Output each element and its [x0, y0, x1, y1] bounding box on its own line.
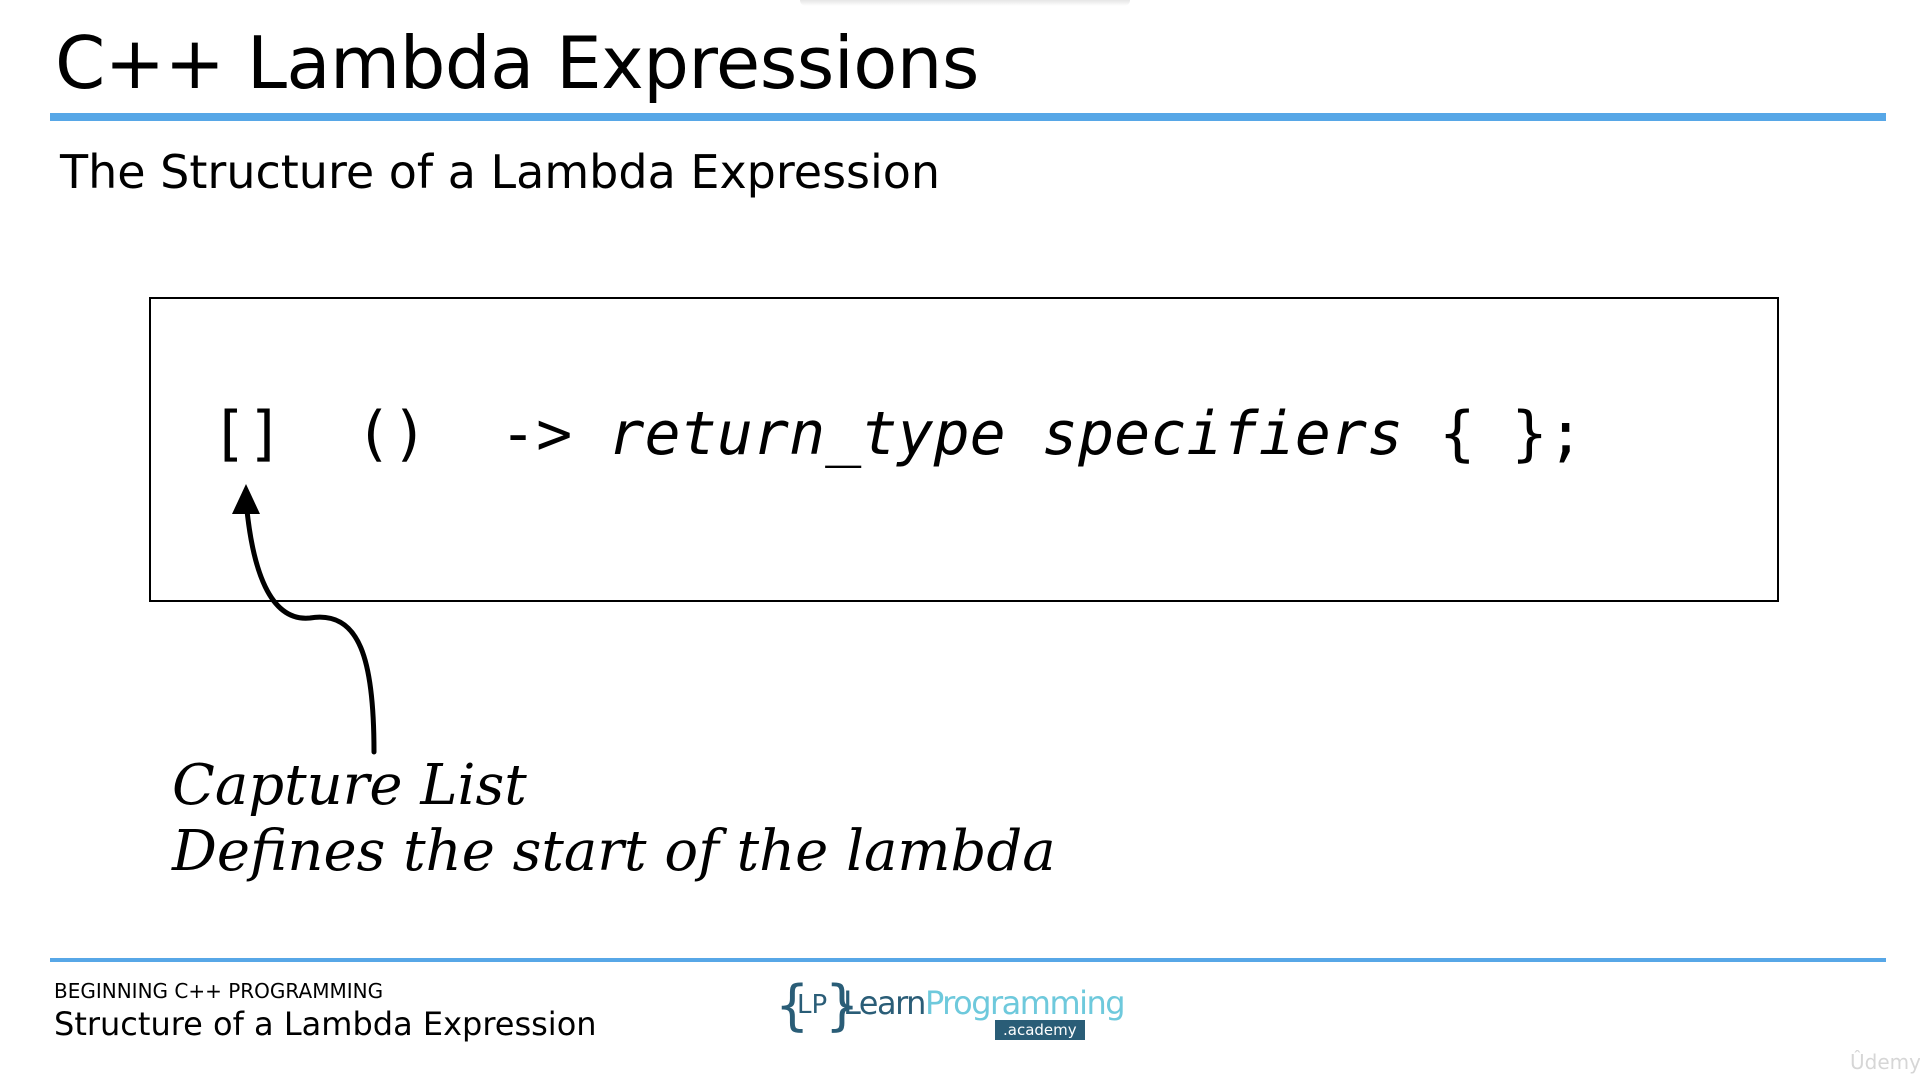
lambda-syntax-line: [] () -> return_type specifiers { };	[211, 399, 1584, 469]
arrow-token: ->	[500, 399, 573, 469]
return-type-token: return_type	[608, 399, 1006, 469]
code-syntax-box: [] () -> return_type specifiers { };	[149, 297, 1779, 602]
logo-academy-badge: .academy	[995, 1020, 1085, 1040]
footer-divider	[50, 958, 1886, 962]
slide-title: C++ Lambda Expressions	[55, 21, 979, 105]
title-divider	[50, 113, 1886, 121]
footer-lecture-title: Structure of a Lambda Expression	[54, 1005, 597, 1043]
specifiers-token: specifiers	[1041, 399, 1404, 469]
logo-wordmark: LearnProgramming	[843, 984, 1126, 1022]
learnprogramming-academy-logo: { LP } LearnProgramming .academy	[775, 978, 1126, 1044]
annotation-description: Defines the start of the lambda	[172, 819, 1056, 884]
top-edge-shadow	[800, 0, 1130, 6]
parameter-list-token: ()	[355, 399, 428, 469]
annotation-title: Capture List	[172, 753, 527, 818]
logo-learn-text: Learn	[843, 984, 926, 1022]
capture-list-token: []	[211, 399, 284, 469]
slide-subtitle: The Structure of a Lambda Expression	[60, 145, 941, 199]
footer-course-name: BEGINNING C++ PROGRAMMING	[54, 979, 384, 1003]
logo-initials: LP	[797, 990, 828, 1020]
terminator-token: ;	[1547, 399, 1584, 469]
logo-programming-text: Programming	[924, 984, 1126, 1022]
udemy-watermark: Ûdemy	[1850, 1050, 1920, 1074]
body-token: { }	[1439, 399, 1548, 469]
capture-list-annotation: Capture List Defines the start of the la…	[172, 753, 1056, 885]
